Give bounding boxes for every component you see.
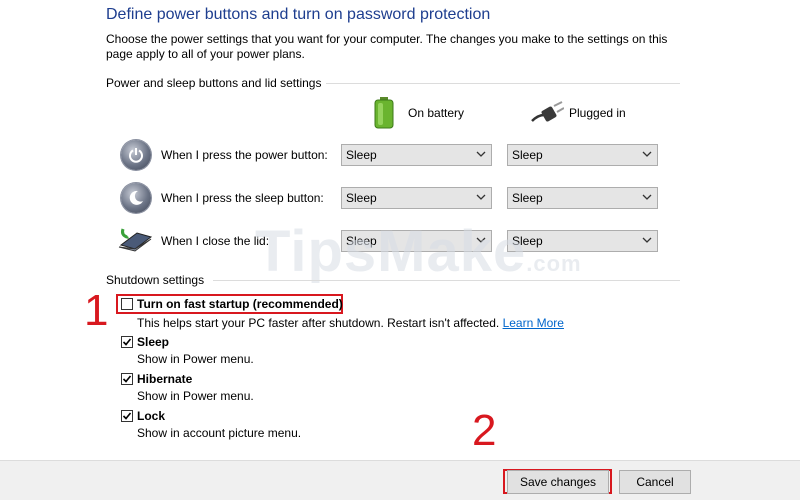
hibernate-option-description: Show in Power menu. [137, 389, 254, 403]
power-plug-icon [530, 101, 565, 128]
fast-startup-description: This helps start your PC faster after sh… [137, 316, 564, 330]
lock-option-description: Show in account picture menu. [137, 426, 302, 440]
power-button-battery-select[interactable]: Sleep [341, 144, 492, 166]
chevron-down-icon [642, 237, 652, 243]
chevron-down-icon [642, 151, 652, 157]
chevron-down-icon [642, 194, 652, 200]
column-on-battery: On battery [408, 106, 465, 120]
column-plugged-in: Plugged in [569, 106, 626, 120]
chevron-down-icon [476, 151, 486, 157]
power-section-divider [326, 83, 680, 84]
sleep-option-label[interactable]: Sleep [137, 335, 169, 349]
annotation-marker-2: 2 [472, 406, 497, 455]
laptop-lid-icon [117, 225, 153, 256]
hibernate-checkbox[interactable] [121, 373, 133, 385]
hibernate-option-label[interactable]: Hibernate [137, 372, 192, 386]
page-description: Choose the power settings that you want … [106, 32, 668, 61]
shutdown-section-heading: Shutdown settings [106, 273, 205, 287]
sleep-button-label: When I press the sleep button: [161, 191, 324, 205]
save-changes-button[interactable]: Save changes [507, 470, 609, 494]
close-lid-label: When I close the lid: [161, 234, 270, 248]
watermark-text: TipsMake [255, 219, 527, 284]
sleep-button-icon [121, 183, 151, 213]
battery-icon [373, 97, 395, 132]
power-button-plugged-select[interactable]: Sleep [507, 144, 658, 166]
lock-option-label[interactable]: Lock [137, 409, 165, 423]
watermark-suffix: .com [526, 251, 582, 276]
fast-startup-label[interactable]: Turn on fast startup (recommended) [137, 297, 343, 311]
select-value: Sleep [346, 191, 377, 205]
power-button-icon [121, 140, 151, 170]
chevron-down-icon [476, 194, 486, 200]
checkmark-icon [122, 375, 132, 383]
checkmark-icon [122, 412, 132, 420]
select-value: Sleep [346, 148, 377, 162]
sleep-button-battery-select[interactable]: Sleep [341, 187, 492, 209]
sleep-option-description: Show in Power menu. [137, 352, 254, 366]
select-value: Sleep [512, 191, 543, 205]
learn-more-link[interactable]: Learn More [503, 316, 564, 330]
power-section-heading: Power and sleep buttons and lid settings [106, 76, 322, 90]
select-value: Sleep [512, 148, 543, 162]
cancel-button[interactable]: Cancel [619, 470, 691, 494]
checkmark-icon [122, 338, 132, 346]
page-title: Define power buttons and turn on passwor… [106, 6, 491, 23]
sleep-button-plugged-select[interactable]: Sleep [507, 187, 658, 209]
sleep-checkbox[interactable] [121, 336, 133, 348]
power-button-label: When I press the power button: [161, 148, 328, 162]
watermark: TipsMake.com [255, 218, 582, 285]
annotation-marker-1: 1 [84, 286, 109, 335]
fast-startup-checkbox[interactable] [121, 298, 133, 310]
fast-startup-description-text: This helps start your PC faster after sh… [137, 316, 500, 330]
shutdown-section-divider [213, 280, 680, 281]
lock-checkbox[interactable] [121, 410, 133, 422]
